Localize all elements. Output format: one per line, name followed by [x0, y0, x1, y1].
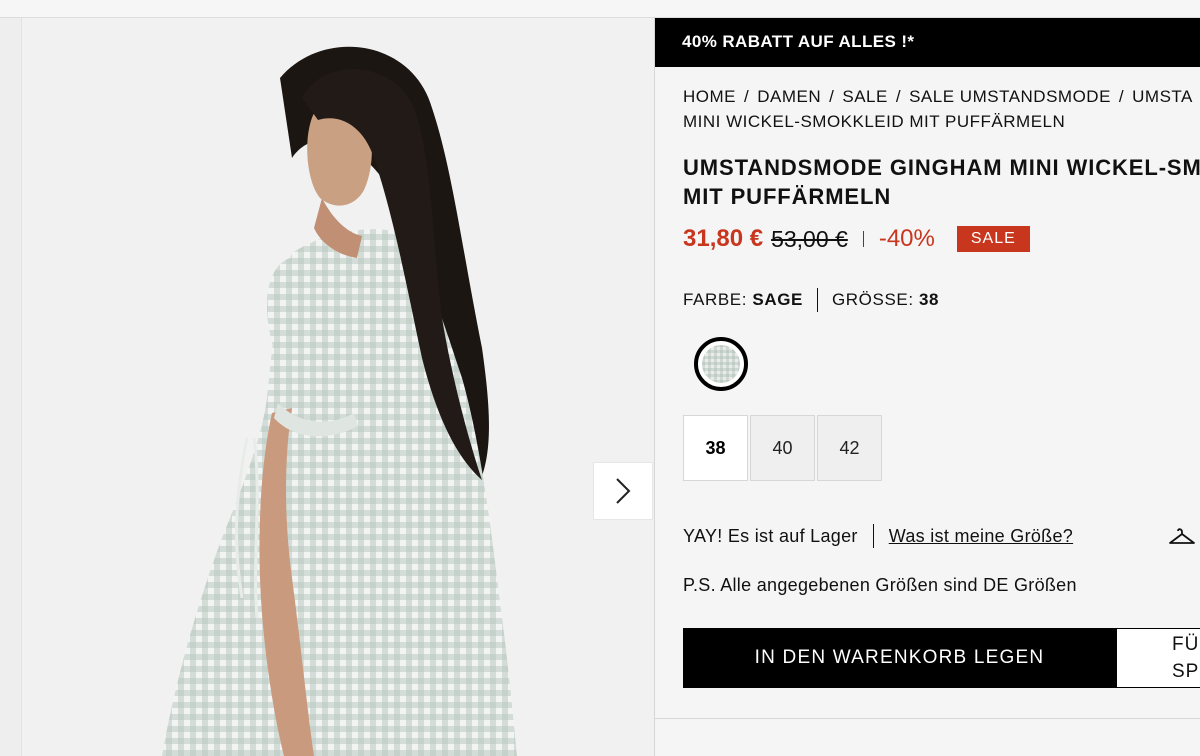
- swatch-pattern: [702, 345, 740, 383]
- sale-badge: SALE: [956, 226, 1030, 252]
- wishlist-button[interactable]: FÜ SP: [1116, 628, 1200, 688]
- breadcrumb-umstandsmode[interactable]: UMSTA: [1132, 87, 1193, 106]
- size-option-38[interactable]: 38: [683, 415, 748, 481]
- product-details-panel: 40% RABATT AUF ALLES !* HOME / DAMEN / SALE /…: [655, 18, 1200, 756]
- price-row: 31,80 € 53,00 € -40% SALE: [683, 223, 1030, 255]
- product-title-line1: UMSTANDSMODE GINGHAM MINI WICKEL-SM: [683, 155, 1200, 180]
- size-option-42[interactable]: 42: [817, 415, 882, 481]
- original-price: 53,00 €: [771, 225, 848, 252]
- add-to-cart-button[interactable]: IN DEN WARENKORB LEGEN: [683, 628, 1116, 688]
- breadcrumb-separator: /: [895, 87, 902, 106]
- section-divider: [655, 718, 1200, 719]
- wishlist-label-line2: SP: [1172, 661, 1200, 682]
- breadcrumb-home[interactable]: HOME: [683, 87, 736, 106]
- breadcrumb: HOME / DAMEN / SALE / SALE UMSTANDSMODE / UMSTA …: [683, 84, 1200, 134]
- size-label: GRÖSSE:: [831, 290, 914, 309]
- stock-row: YAY! Es ist auf Lager Was ist meine Größ…: [683, 524, 1073, 548]
- color-label: FARBE:: [683, 290, 748, 309]
- stock-divider: [872, 524, 874, 548]
- attributes-divider: [816, 288, 818, 312]
- size-selector: 38 40 42: [683, 415, 882, 481]
- size-note: P.S. Alle angegebenen Größen sind DE Grö…: [683, 575, 1077, 595]
- breadcrumb-separator: /: [829, 87, 835, 106]
- previous-thumbnail-edge: [0, 18, 22, 756]
- breadcrumb-sale[interactable]: SALE: [842, 87, 887, 106]
- breadcrumb-sale-umstandsmode[interactable]: SALE UMSTANDSMODE: [909, 87, 1111, 106]
- wishlist-label-line1: FÜ: [1172, 634, 1200, 655]
- breadcrumb-current: MINI WICKEL-SMOKKLEID MIT PUFFÄRMELN: [683, 112, 1066, 131]
- breadcrumb-damen[interactable]: DAMEN: [757, 87, 821, 106]
- color-value: SAGE: [752, 290, 803, 309]
- size-value: 38: [918, 290, 940, 309]
- current-price: 31,80 €: [683, 225, 764, 252]
- color-swatch-sage[interactable]: [694, 337, 748, 391]
- promo-banner[interactable]: 40% RABATT AUF ALLES !*: [655, 18, 1200, 67]
- product-title: UMSTANDSMODE GINGHAM MINI WICKEL-SM MIT …: [683, 153, 1200, 211]
- price-divider: [862, 231, 864, 247]
- chevron-right-icon: [616, 478, 631, 504]
- product-title-line2: MIT PUFFÄRMELN: [683, 184, 892, 209]
- hanger-icon[interactable]: [1168, 525, 1196, 547]
- stock-status: YAY! Es ist auf Lager: [683, 525, 858, 546]
- product-image: [162, 46, 517, 756]
- breadcrumb-separator: /: [1118, 87, 1125, 106]
- discount-percent: -40%: [878, 225, 935, 252]
- next-image-button[interactable]: [593, 462, 653, 520]
- top-strip: [0, 0, 1200, 18]
- selected-attributes: FARBE: SAGE GRÖSSE: 38: [683, 288, 939, 312]
- product-gallery: [0, 18, 654, 756]
- size-guide-link[interactable]: Was ist meine Größe?: [889, 526, 1073, 547]
- breadcrumb-separator: /: [744, 87, 750, 106]
- size-option-40[interactable]: 40: [750, 415, 815, 481]
